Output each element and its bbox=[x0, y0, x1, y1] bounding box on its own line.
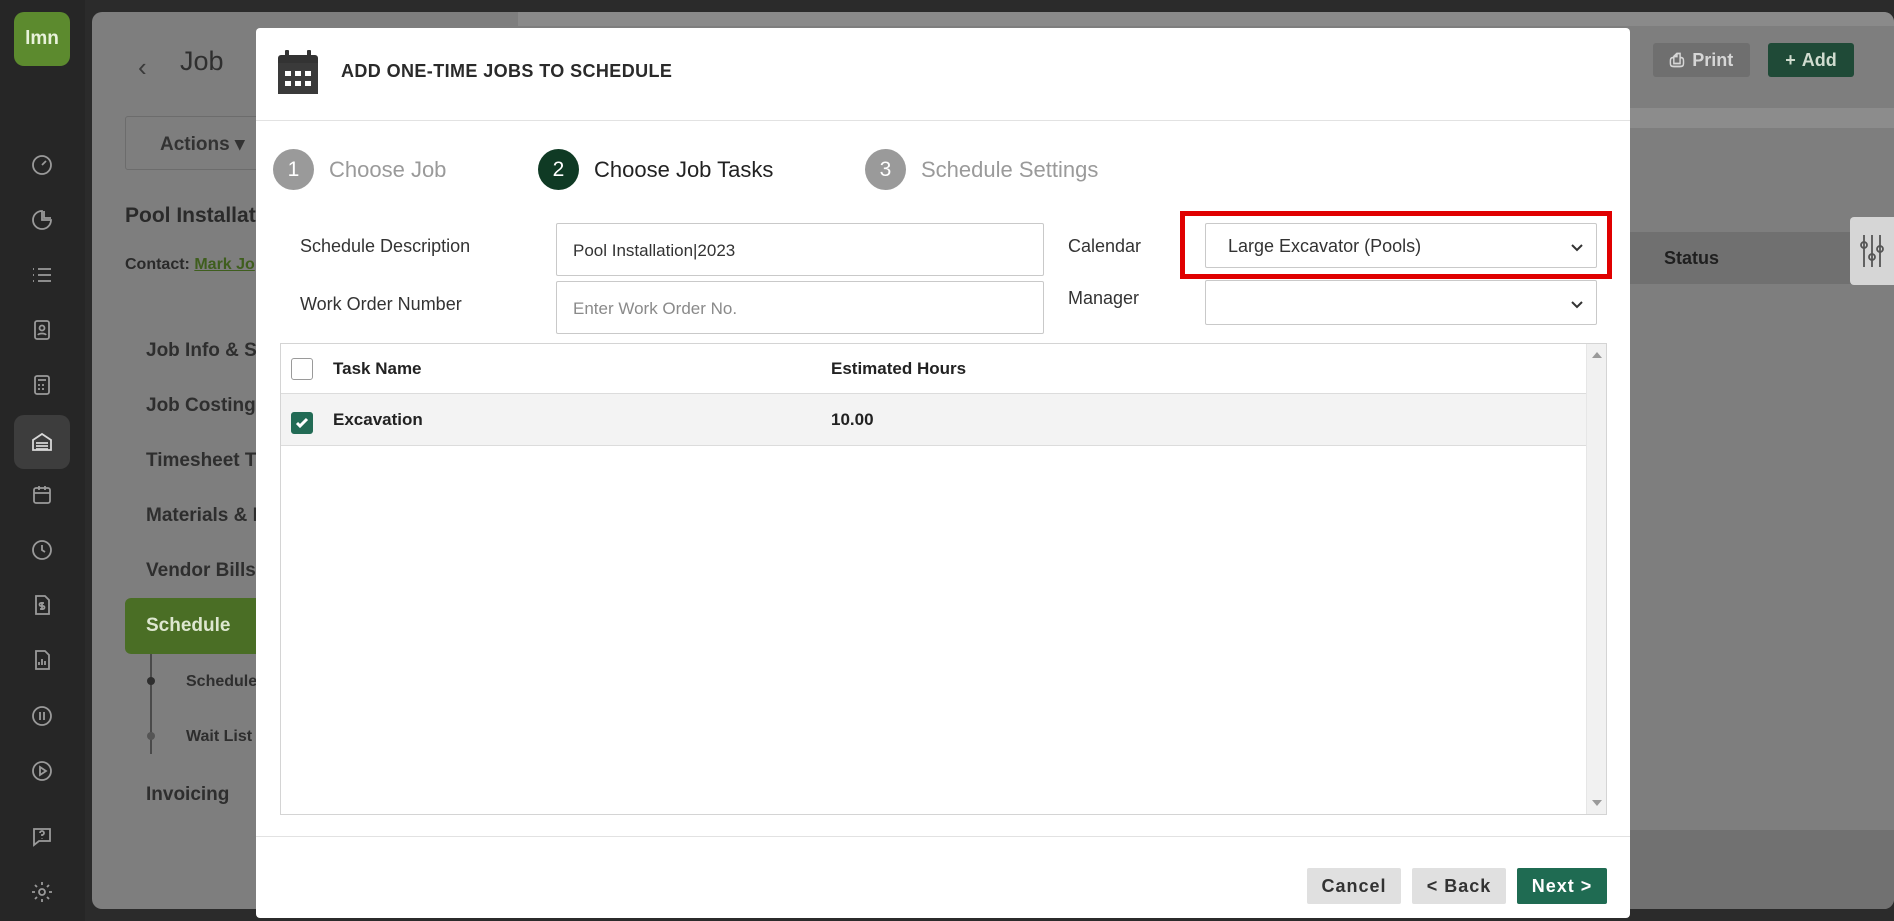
jobs-building-icon[interactable] bbox=[14, 415, 70, 469]
step-label: Schedule Settings bbox=[921, 156, 1099, 182]
chevron-down-icon: ▾ bbox=[234, 134, 245, 155]
calendar-highlight-box bbox=[1180, 211, 1612, 279]
calendar-icon bbox=[278, 50, 318, 94]
step-label: Choose Job Tasks bbox=[594, 156, 774, 182]
select-all-checkbox[interactable] bbox=[291, 358, 313, 380]
quickbooks-icon[interactable] bbox=[28, 702, 56, 730]
menu-item-invoicing[interactable]: Invoicing bbox=[146, 784, 229, 806]
plus-icon: + bbox=[1785, 49, 1796, 70]
tasks-table: Task Name Estimated Hours Excavation 10.… bbox=[280, 343, 1607, 815]
menu-item-job-costing[interactable]: Job Costing bbox=[146, 395, 256, 417]
work-order-input[interactable]: Enter Work Order No. bbox=[556, 281, 1044, 334]
menu-item-vendor-bills[interactable]: Vendor Bills bbox=[146, 560, 256, 582]
manager-select[interactable] bbox=[1205, 280, 1597, 325]
back-chevron-icon[interactable]: ‹ bbox=[138, 52, 147, 83]
chevron-down-icon bbox=[1570, 295, 1584, 309]
step-choose-job-tasks[interactable]: 2 Choose Job Tasks bbox=[538, 149, 773, 190]
contact-line: Contact: Mark Jo bbox=[125, 256, 255, 274]
calendar-icon[interactable] bbox=[28, 481, 56, 509]
submenu-dot bbox=[147, 677, 155, 685]
scroll-down-arrow-icon[interactable] bbox=[1592, 800, 1602, 806]
back-button[interactable]: < Back bbox=[1412, 868, 1506, 904]
modal-footer: Cancel < Back Next > bbox=[256, 836, 1630, 918]
scroll-up-arrow-icon[interactable] bbox=[1592, 352, 1602, 358]
filter-sliders-icon[interactable] bbox=[1850, 217, 1894, 285]
checkmark-icon bbox=[295, 417, 309, 429]
estimated-hours-cell: 10.00 bbox=[831, 410, 874, 429]
wizard-steps: 1 Choose Job 2 Choose Job Tasks 3 Schedu… bbox=[273, 149, 1273, 193]
lmn-logo[interactable]: lmn bbox=[14, 12, 70, 66]
actions-label: Actions bbox=[160, 134, 230, 155]
step-number: 2 bbox=[538, 149, 579, 190]
estimated-hours-header: Estimated Hours bbox=[831, 359, 967, 378]
menu-item-materials[interactable]: Materials & E bbox=[146, 505, 265, 527]
right-panel-strip bbox=[1628, 108, 1894, 128]
settings-gear-icon[interactable] bbox=[28, 878, 56, 906]
modal-title: ADD ONE-TIME JOBS TO SCHEDULE bbox=[341, 61, 673, 81]
play-icon[interactable] bbox=[28, 757, 56, 785]
logo-text: lmn bbox=[25, 28, 59, 49]
submenu-schedule[interactable]: Schedule bbox=[186, 673, 257, 691]
modal-header: ADD ONE-TIME JOBS TO SCHEDULE bbox=[256, 28, 1630, 121]
print-label: Print bbox=[1692, 49, 1734, 70]
submenu-wait-list[interactable]: Wait List bbox=[186, 728, 252, 746]
menu-item-timesheet[interactable]: Timesheet Tr bbox=[146, 450, 263, 472]
manager-label: Manager bbox=[1068, 288, 1140, 308]
app-sidebar: lmn bbox=[0, 0, 85, 921]
job-name: Pool Installati bbox=[125, 204, 262, 227]
menu-item-schedule[interactable]: Schedule bbox=[125, 598, 265, 654]
reports-pie-icon[interactable] bbox=[28, 206, 56, 234]
step-number: 1 bbox=[273, 149, 314, 190]
invoice-dollar-icon[interactable] bbox=[28, 591, 56, 619]
analytics-icon[interactable] bbox=[28, 646, 56, 674]
cancel-button[interactable]: Cancel bbox=[1307, 868, 1401, 904]
status-column-header: Status bbox=[1628, 232, 1854, 284]
work-order-label: Work Order Number bbox=[300, 294, 462, 314]
step-number: 3 bbox=[865, 149, 906, 190]
top-strip bbox=[518, 12, 1894, 26]
add-jobs-modal: ADD ONE-TIME JOBS TO SCHEDULE 1 Choose J… bbox=[256, 28, 1630, 918]
schedule-description-label: Schedule Description bbox=[300, 236, 471, 256]
print-button[interactable]: ⎙ Print bbox=[1653, 43, 1750, 77]
step-choose-job[interactable]: 1 Choose Job bbox=[273, 149, 446, 190]
step-label: Choose Job bbox=[329, 156, 447, 182]
table-scrollbar[interactable] bbox=[1586, 344, 1606, 814]
actions-button[interactable]: Actions ▾ bbox=[125, 116, 275, 170]
calendar-label: Calendar bbox=[1068, 236, 1142, 256]
contacts-icon[interactable] bbox=[28, 316, 56, 344]
next-button[interactable]: Next > bbox=[1517, 868, 1607, 904]
page-title: Job bbox=[180, 46, 224, 76]
schedule-description-input[interactable]: Pool Installation|2023 bbox=[556, 223, 1044, 276]
menu-item-job-info[interactable]: Job Info & Se bbox=[146, 340, 267, 362]
submenu-dot bbox=[147, 732, 155, 740]
list-icon[interactable] bbox=[28, 261, 56, 289]
task-name-cell: Excavation bbox=[333, 410, 423, 429]
table-header-row: Task Name Estimated Hours bbox=[281, 344, 1586, 394]
contact-label: Contact: bbox=[125, 256, 190, 273]
contact-link[interactable]: Mark Jo bbox=[194, 256, 254, 273]
step-schedule-settings[interactable]: 3 Schedule Settings bbox=[865, 149, 1098, 190]
add-button[interactable]: + Add bbox=[1768, 43, 1854, 77]
dashboard-icon[interactable] bbox=[28, 151, 56, 179]
add-label: Add bbox=[1801, 49, 1837, 70]
printer-icon: ⎙ bbox=[1669, 49, 1685, 70]
right-panel-footer bbox=[1628, 830, 1894, 909]
help-icon[interactable] bbox=[28, 823, 56, 851]
task-name-header: Task Name bbox=[333, 359, 422, 378]
clock-icon[interactable] bbox=[28, 536, 56, 564]
table-row[interactable]: Excavation 10.00 bbox=[281, 394, 1586, 446]
calculator-icon[interactable] bbox=[28, 371, 56, 399]
row-checkbox[interactable] bbox=[291, 412, 313, 434]
